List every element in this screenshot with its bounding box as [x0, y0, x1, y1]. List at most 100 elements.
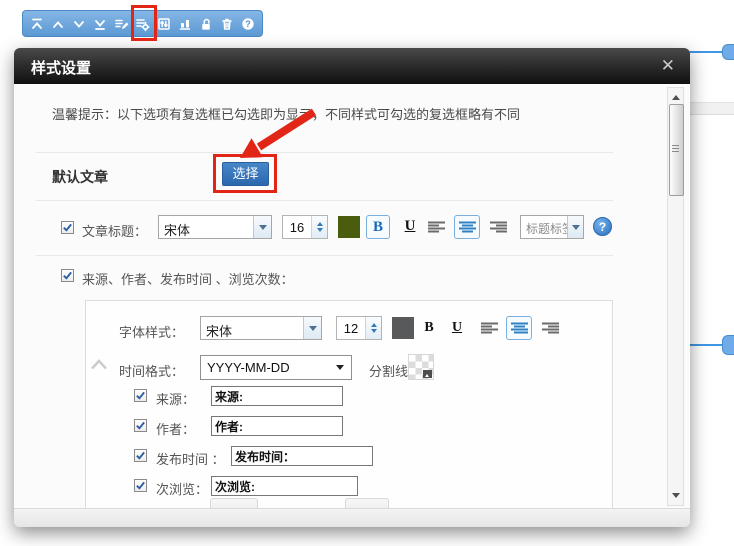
dialog-scrollbar[interactable] [667, 87, 684, 506]
scroll-up-icon[interactable] [668, 89, 683, 102]
move-up-icon[interactable] [48, 14, 67, 33]
meta-section-checkbox[interactable] [61, 269, 74, 282]
author-label: 作者： [156, 419, 195, 438]
divider-label: 分割线 [369, 361, 408, 380]
meta-font-value: 宋体 [201, 317, 303, 339]
connector-node-top [722, 44, 734, 60]
align-left-icon [481, 322, 498, 335]
edit-content-icon[interactable] [112, 14, 131, 33]
author-checkbox[interactable] [134, 419, 147, 432]
title-underline-button[interactable]: U [402, 218, 418, 235]
stepper-arrows-icon[interactable] [365, 317, 381, 339]
scrollbar-thumb[interactable] [669, 104, 684, 196]
source-checkbox[interactable] [134, 389, 147, 402]
dialog-footer [14, 508, 690, 527]
bold-icon: B [373, 219, 383, 236]
check-icon [135, 480, 146, 491]
title-align-right-button[interactable] [490, 221, 507, 239]
article-title-checkbox[interactable] [61, 221, 74, 234]
time-format-value: YYYY-MM-DD [207, 360, 290, 375]
title-font-size-stepper[interactable]: 16 [282, 215, 328, 239]
connector-line-top [688, 51, 724, 53]
scroll-down-icon[interactable] [668, 491, 683, 504]
unlock-icon[interactable] [196, 14, 215, 33]
title-bold-button[interactable]: B [366, 215, 390, 239]
separator [36, 200, 613, 201]
svg-text:?: ? [246, 19, 252, 29]
chevron-down-icon[interactable] [567, 216, 583, 238]
module-layout-icon[interactable] [175, 14, 194, 33]
title-color-swatch[interactable] [338, 216, 360, 238]
background-band [690, 102, 734, 115]
separator [36, 255, 613, 256]
hint-text: 温馨提示：以下选项有复选框已勾选即为显示，不同样式可勾选的复选框略有不同 [52, 104, 520, 123]
meta-align-right-button[interactable] [542, 322, 559, 340]
title-align-center-button[interactable] [454, 215, 480, 239]
align-center-icon [511, 322, 528, 335]
title-align-left-button[interactable] [428, 221, 445, 239]
meta-section-label: 来源、作者、发布时间 、浏览次数： [82, 269, 294, 288]
meta-color-swatch[interactable] [392, 317, 414, 339]
help-icon[interactable]: ? [239, 14, 258, 33]
source-prefix-input[interactable] [211, 386, 343, 406]
align-right-icon [542, 322, 559, 335]
check-icon [135, 450, 146, 461]
delete-icon[interactable] [218, 14, 237, 33]
publish-time-checkbox[interactable] [134, 449, 147, 462]
align-left-icon [428, 221, 445, 234]
stepper-arrows-icon[interactable] [311, 216, 327, 238]
dialog-body: 温馨提示：以下选项有复选框已勾选即为显示，不同样式可勾选的复选框略有不同 默认文… [14, 84, 690, 527]
meta-font-size-stepper[interactable]: 12 [336, 316, 382, 340]
meta-font-size-value: 12 [337, 317, 365, 339]
article-title-label: 文章标题： [82, 221, 147, 240]
time-format-label: 时间格式： [119, 361, 184, 380]
meta-align-left-button[interactable] [481, 322, 498, 340]
publish-time-prefix-input[interactable] [231, 446, 373, 466]
title-font-size-value: 16 [283, 216, 311, 238]
title-font-select[interactable]: 宋体 [158, 215, 272, 239]
meta-underline-button[interactable]: U [450, 320, 464, 336]
move-down-icon[interactable] [69, 14, 88, 33]
title-tag-value: 标题标签 [521, 216, 567, 238]
time-format-select[interactable]: YYYY-MM-DD [200, 355, 352, 380]
check-icon [62, 270, 73, 281]
collapse-chevron-icon[interactable] [90, 357, 108, 375]
close-icon[interactable]: ✕ [661, 56, 675, 76]
author-prefix-input[interactable] [211, 416, 343, 436]
connector-node-middle [722, 335, 734, 355]
connector-line-middle [688, 344, 724, 346]
color-picker-corner-icon [423, 370, 432, 378]
chevron-down-icon[interactable] [303, 317, 321, 339]
view-count-label: 次浏览： [156, 479, 208, 498]
view-count-prefix-input[interactable] [211, 476, 358, 496]
dialog-title: 样式设置 [31, 57, 91, 78]
check-icon [135, 390, 146, 401]
publish-time-label: 发布时间 ： [156, 449, 225, 468]
title-font-value: 宋体 [159, 216, 253, 238]
meta-bold-button[interactable]: B [422, 320, 436, 336]
move-to-bottom-icon[interactable] [91, 14, 110, 33]
source-label: 来源： [156, 389, 195, 408]
check-icon [62, 222, 73, 233]
separator [36, 152, 613, 153]
select-button-highlight-box [213, 154, 277, 193]
view-count-checkbox[interactable] [134, 479, 147, 492]
meta-align-center-button[interactable] [506, 316, 532, 340]
style-settings-dialog: 样式设置 ✕ 温馨提示：以下选项有复选框已勾选即为显示，不同样式可勾选的复选框略… [14, 48, 690, 527]
font-style-label: 字体样式： [119, 322, 184, 341]
default-article-label: 默认文章 [52, 167, 108, 187]
title-tag-select[interactable]: 标题标签 [520, 215, 584, 239]
check-icon [135, 420, 146, 431]
scrollbar-grip-icon [672, 145, 679, 154]
meta-settings-panel: 字体样式： 宋体 12 B U [85, 300, 613, 512]
chevron-down-icon [336, 365, 344, 374]
divider-color-picker[interactable] [408, 354, 434, 380]
meta-font-select[interactable]: 宋体 [200, 316, 322, 340]
editor-page: ? 样式设置 ✕ 温馨提示：以下选项有复选框已勾选即为显示，不同样式可勾选的复选… [0, 0, 734, 546]
move-to-top-icon[interactable] [27, 14, 46, 33]
title-help-icon[interactable]: ? [593, 217, 612, 236]
settings-icon-highlight-box [131, 5, 157, 41]
dialog-header: 样式设置 ✕ [14, 48, 690, 84]
chevron-down-icon[interactable] [253, 216, 271, 238]
align-center-icon [459, 221, 476, 234]
